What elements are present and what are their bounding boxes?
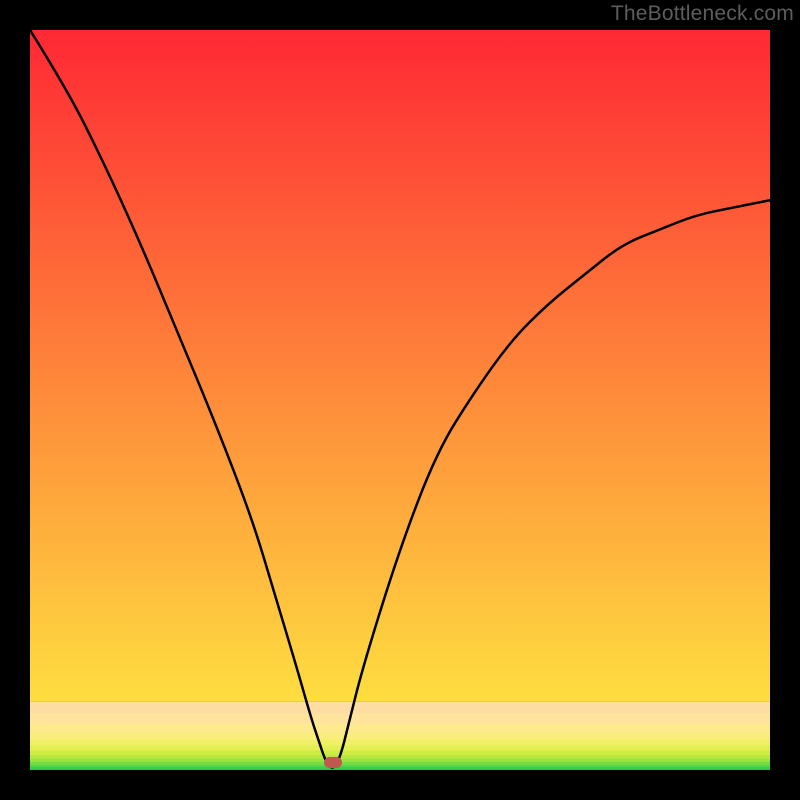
- watermark-label: TheBottleneck.com: [611, 2, 794, 26]
- plot-area: [30, 30, 770, 770]
- bottleneck-marker: [324, 757, 342, 768]
- curve-layer: [30, 30, 770, 770]
- chart-stage: TheBottleneck.com: [0, 0, 800, 800]
